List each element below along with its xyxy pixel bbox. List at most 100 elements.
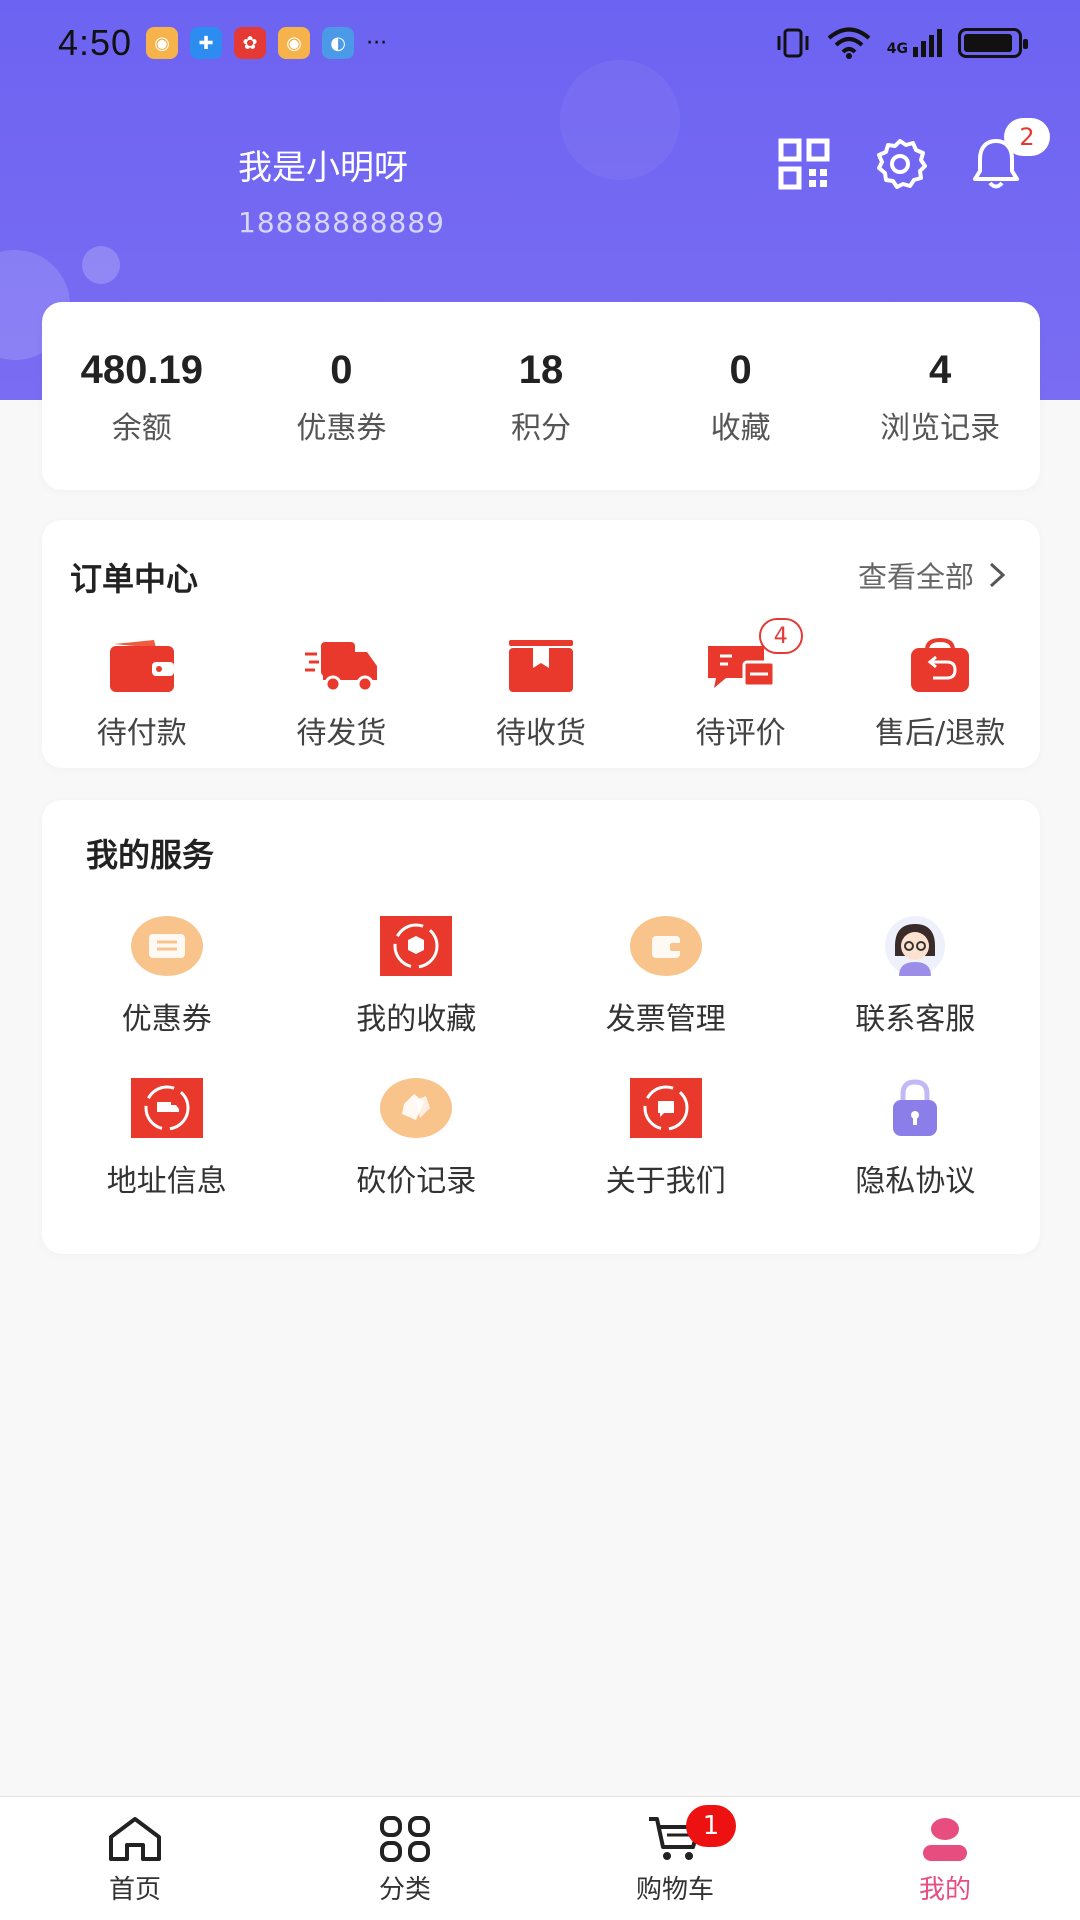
service-label: 优惠券 bbox=[121, 1002, 212, 1037]
service-customer-support[interactable]: 联系客服 bbox=[791, 916, 1041, 1038]
account-stats-card: 480.19 余额 0 优惠券 18 积分 0 收藏 4 浏览记录 bbox=[42, 302, 1040, 490]
weibo-icon: ◉ bbox=[146, 27, 179, 59]
stat-value: 480.19 bbox=[80, 348, 203, 392]
lock-icon bbox=[893, 1079, 938, 1136]
order-label: 待发货 bbox=[296, 716, 387, 751]
customer-service-avatar-icon bbox=[885, 916, 946, 976]
stat-label: 余额 bbox=[111, 411, 172, 446]
order-pending-shipment[interactable]: 待发货 bbox=[242, 638, 442, 752]
battery-icon bbox=[958, 28, 1028, 58]
stat-favorites[interactable]: 0 收藏 bbox=[641, 302, 841, 490]
stat-value: 4 bbox=[929, 348, 952, 392]
truck-icon bbox=[305, 642, 378, 693]
order-label: 售后/退款 bbox=[875, 716, 1006, 751]
stat-label: 积分 bbox=[510, 411, 571, 446]
service-label: 联系客服 bbox=[855, 1002, 976, 1037]
favorites-icon bbox=[380, 916, 453, 976]
services-grid: 优惠券 我的收藏 发票管理 联系客服 地址信息 砍价记录 关于我们 隐私协议 bbox=[42, 916, 1040, 1200]
cellular-signal-icon: 4G bbox=[887, 29, 942, 57]
qr-code-icon bbox=[778, 138, 830, 190]
browser-icon: ◐ bbox=[322, 27, 355, 59]
service-label: 砍价记录 bbox=[356, 1164, 477, 1199]
service-bargain-records[interactable]: 砍价记录 bbox=[292, 1078, 542, 1200]
service-privacy-policy[interactable]: 隐私协议 bbox=[791, 1078, 1041, 1200]
order-center-card: 订单中心 查看全部 待付款 待发货 待收货 4 待评价 售后/退款 bbox=[42, 520, 1040, 768]
decor-bubble bbox=[82, 246, 120, 284]
stat-history[interactable]: 4 浏览记录 bbox=[840, 302, 1040, 490]
order-pending-review[interactable]: 4 待评价 bbox=[641, 618, 841, 752]
chevron-right-icon bbox=[989, 562, 1006, 588]
my-services-card: 我的服务 优惠券 我的收藏 发票管理 联系客服 地址信息 砍价记录 关于我们 隐… bbox=[42, 800, 1040, 1254]
order-pending-receipt[interactable]: 待收货 bbox=[441, 638, 641, 752]
review-count-badge: 4 bbox=[758, 618, 803, 654]
tab-label: 我的 bbox=[918, 1875, 971, 1905]
service-label: 关于我们 bbox=[605, 1164, 726, 1199]
service-about-us[interactable]: 关于我们 bbox=[541, 1078, 791, 1200]
stat-value: 0 bbox=[330, 348, 353, 392]
service-label: 地址信息 bbox=[106, 1164, 227, 1199]
order-center-title: 订单中心 bbox=[70, 560, 199, 598]
tab-home[interactable]: 首页 bbox=[0, 1797, 270, 1920]
wallet-icon bbox=[109, 640, 174, 692]
network-type: 4G bbox=[886, 41, 908, 57]
status-time: 4:50 bbox=[58, 22, 133, 63]
about-chat-icon bbox=[629, 1078, 702, 1138]
tab-label: 首页 bbox=[108, 1875, 161, 1905]
stat-points[interactable]: 18 积分 bbox=[441, 302, 641, 490]
stat-balance[interactable]: 480.19 余额 bbox=[42, 302, 242, 490]
tab-cart[interactable]: 1 购物车 bbox=[540, 1797, 810, 1920]
order-label: 待付款 bbox=[96, 716, 187, 751]
services-title: 我的服务 bbox=[86, 836, 215, 874]
notification-icons: ◉ ✚ ✿ ◉ ◐ ··· bbox=[146, 27, 387, 59]
package-icon bbox=[508, 640, 573, 692]
puzzle-icon: ✚ bbox=[190, 27, 223, 59]
status-bar: 4:50 ◉ ✚ ✿ ◉ ◐ ··· 4G bbox=[0, 0, 1080, 86]
order-label: 待收货 bbox=[495, 716, 586, 751]
coupon-icon bbox=[130, 916, 203, 976]
view-all-orders-link[interactable]: 查看全部 bbox=[858, 554, 1006, 596]
notification-badge: 2 bbox=[1004, 118, 1050, 156]
invoice-wallet-icon bbox=[629, 916, 702, 976]
tab-category[interactable]: 分类 bbox=[270, 1797, 540, 1920]
home-icon bbox=[109, 1817, 161, 1861]
header-actions: 2 bbox=[776, 118, 1050, 192]
system-indicators: 4G bbox=[775, 27, 1028, 59]
profile-icon bbox=[923, 1818, 967, 1861]
service-invoice-management[interactable]: 发票管理 bbox=[541, 916, 791, 1038]
huawei-icon: ✿ bbox=[234, 27, 267, 59]
bargain-tag-icon bbox=[380, 1078, 453, 1138]
order-status-row: 待付款 待发货 待收货 4 待评价 售后/退款 bbox=[42, 618, 1040, 752]
service-label: 隐私协议 bbox=[855, 1164, 976, 1199]
service-coupons[interactable]: 优惠券 bbox=[42, 916, 292, 1038]
vibrate-icon bbox=[777, 28, 809, 58]
service-label: 发票管理 bbox=[605, 1002, 726, 1037]
stat-coupons[interactable]: 0 优惠券 bbox=[242, 302, 442, 490]
stat-label: 浏览记录 bbox=[880, 411, 1001, 446]
weibo-icon: ◉ bbox=[278, 27, 311, 59]
order-pending-payment[interactable]: 待付款 bbox=[42, 638, 242, 752]
view-all-label: 查看全部 bbox=[857, 560, 974, 594]
qr-code-button[interactable] bbox=[776, 136, 832, 192]
notifications-button[interactable]: 2 bbox=[968, 118, 1050, 192]
settings-button[interactable] bbox=[872, 136, 928, 192]
tab-profile[interactable]: 我的 bbox=[810, 1797, 1080, 1920]
stat-label: 收藏 bbox=[710, 411, 771, 446]
cart-count-badge: 1 bbox=[686, 1805, 736, 1847]
category-grid-icon bbox=[380, 1816, 430, 1862]
more-notifications-icon: ··· bbox=[366, 30, 388, 56]
address-truck-icon bbox=[130, 1078, 203, 1138]
order-label: 待评价 bbox=[695, 716, 786, 751]
service-favorites[interactable]: 我的收藏 bbox=[292, 916, 542, 1038]
stat-label: 优惠券 bbox=[296, 411, 387, 446]
gear-icon bbox=[877, 139, 927, 189]
tab-label: 分类 bbox=[378, 1875, 431, 1905]
refund-bag-icon bbox=[911, 638, 970, 692]
stat-value: 0 bbox=[729, 348, 752, 392]
order-after-sales-refund[interactable]: 售后/退款 bbox=[840, 638, 1040, 752]
wifi-icon bbox=[827, 27, 871, 59]
bottom-tab-bar: 首页 分类 1 购物车 我的 bbox=[0, 1796, 1080, 1920]
user-phone: 18888888889 bbox=[238, 206, 445, 239]
stat-value: 18 bbox=[518, 348, 564, 392]
service-address-info[interactable]: 地址信息 bbox=[42, 1078, 292, 1200]
user-name[interactable]: 我是小明呀 bbox=[238, 140, 408, 189]
